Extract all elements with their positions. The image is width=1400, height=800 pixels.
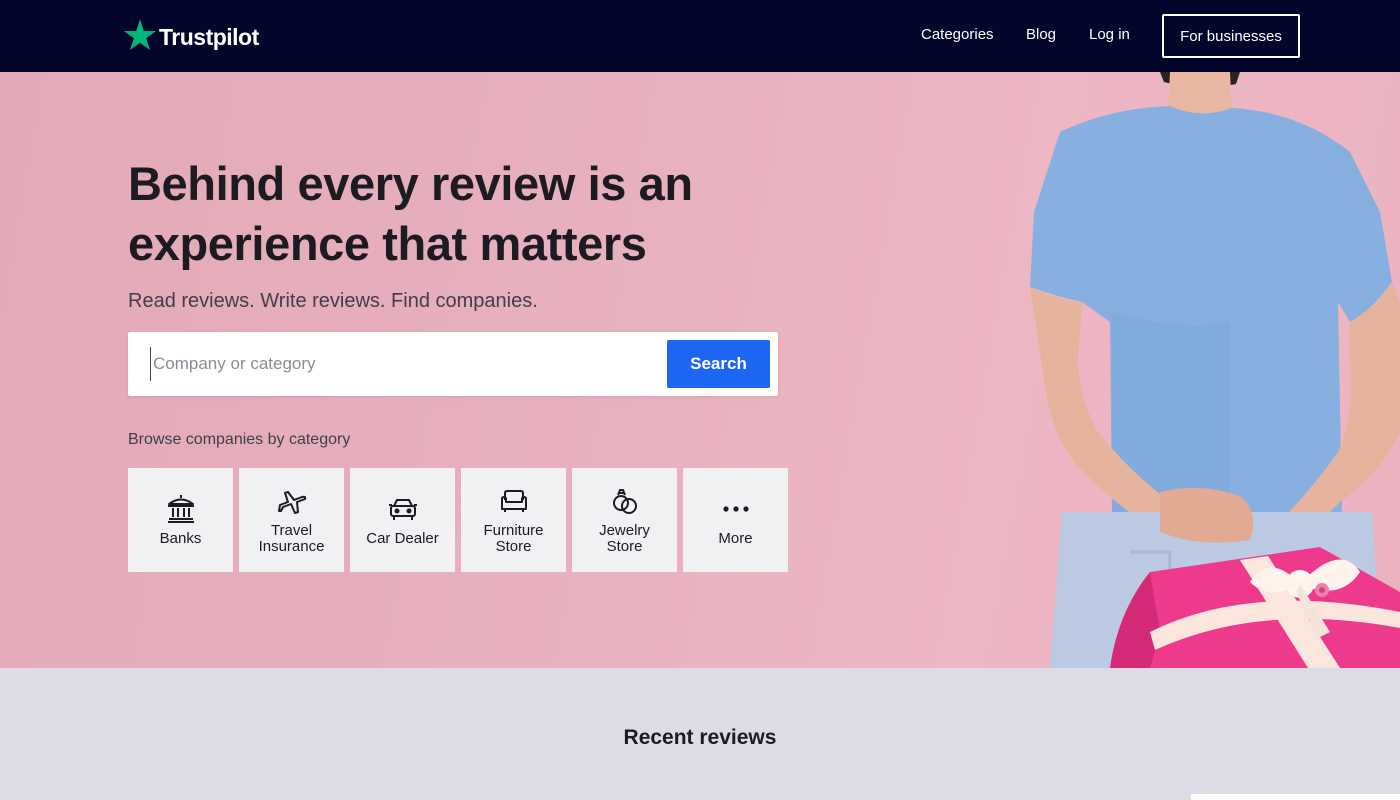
- brand-name: Trustpilot: [159, 24, 259, 50]
- car-icon: [388, 499, 417, 520]
- search-input[interactable]: [150, 347, 650, 381]
- category-tile-banks[interactable]: Banks: [128, 468, 233, 572]
- recent-reviews-heading: Recent reviews: [623, 726, 777, 749]
- top-navigation: Trustpilot Categories Blog Log in For bu…: [0, 0, 1400, 72]
- nav-link-login[interactable]: Log in: [1089, 25, 1130, 45]
- hero-subtitle: Read reviews. Write reviews. Find compan…: [128, 290, 538, 312]
- hero-title: Behind every review is an experience tha…: [128, 157, 693, 270]
- category-label: Furniture Store: [483, 522, 544, 555]
- nav-link-categories[interactable]: Categories: [921, 25, 994, 45]
- category-label: More: [718, 530, 753, 547]
- search-button[interactable]: Search: [667, 340, 770, 388]
- category-label: Travel Insurance: [258, 522, 325, 555]
- category-label: Car Dealer: [366, 530, 439, 547]
- trustpilot-logo[interactable]: Trustpilot: [123, 17, 259, 53]
- sofa-icon: [500, 490, 527, 512]
- category-label: Banks: [159, 530, 202, 547]
- category-label: Jewelry Store: [599, 522, 650, 555]
- airplane-icon: [277, 491, 306, 514]
- for-businesses-button[interactable]: For businesses: [1162, 14, 1300, 58]
- review-card-edge: [1191, 794, 1400, 800]
- search-form: Search: [128, 332, 778, 396]
- category-tile-more[interactable]: More: [683, 468, 788, 572]
- category-tiles: Banks Travel Insurance Car Dealer Furnit…: [128, 468, 788, 572]
- category-tile-car-dealer[interactable]: Car Dealer: [350, 468, 455, 572]
- hero-section: Behind every review is an experience tha…: [0, 72, 1400, 668]
- browse-categories-label: Browse companies by category: [128, 431, 351, 448]
- category-tile-jewelry-store[interactable]: Jewelry Store: [572, 468, 677, 572]
- category-tile-furniture-store[interactable]: Furniture Store: [461, 468, 566, 572]
- more-dots-icon: [722, 506, 749, 512]
- bank-icon: [167, 495, 194, 523]
- hero-person-with-gift-image: [1030, 72, 1400, 668]
- rings-icon: [612, 489, 637, 514]
- nav-link-blog[interactable]: Blog: [1026, 25, 1056, 45]
- category-tile-travel-insurance[interactable]: Travel Insurance: [239, 468, 344, 572]
- star-logo-icon: [123, 19, 157, 51]
